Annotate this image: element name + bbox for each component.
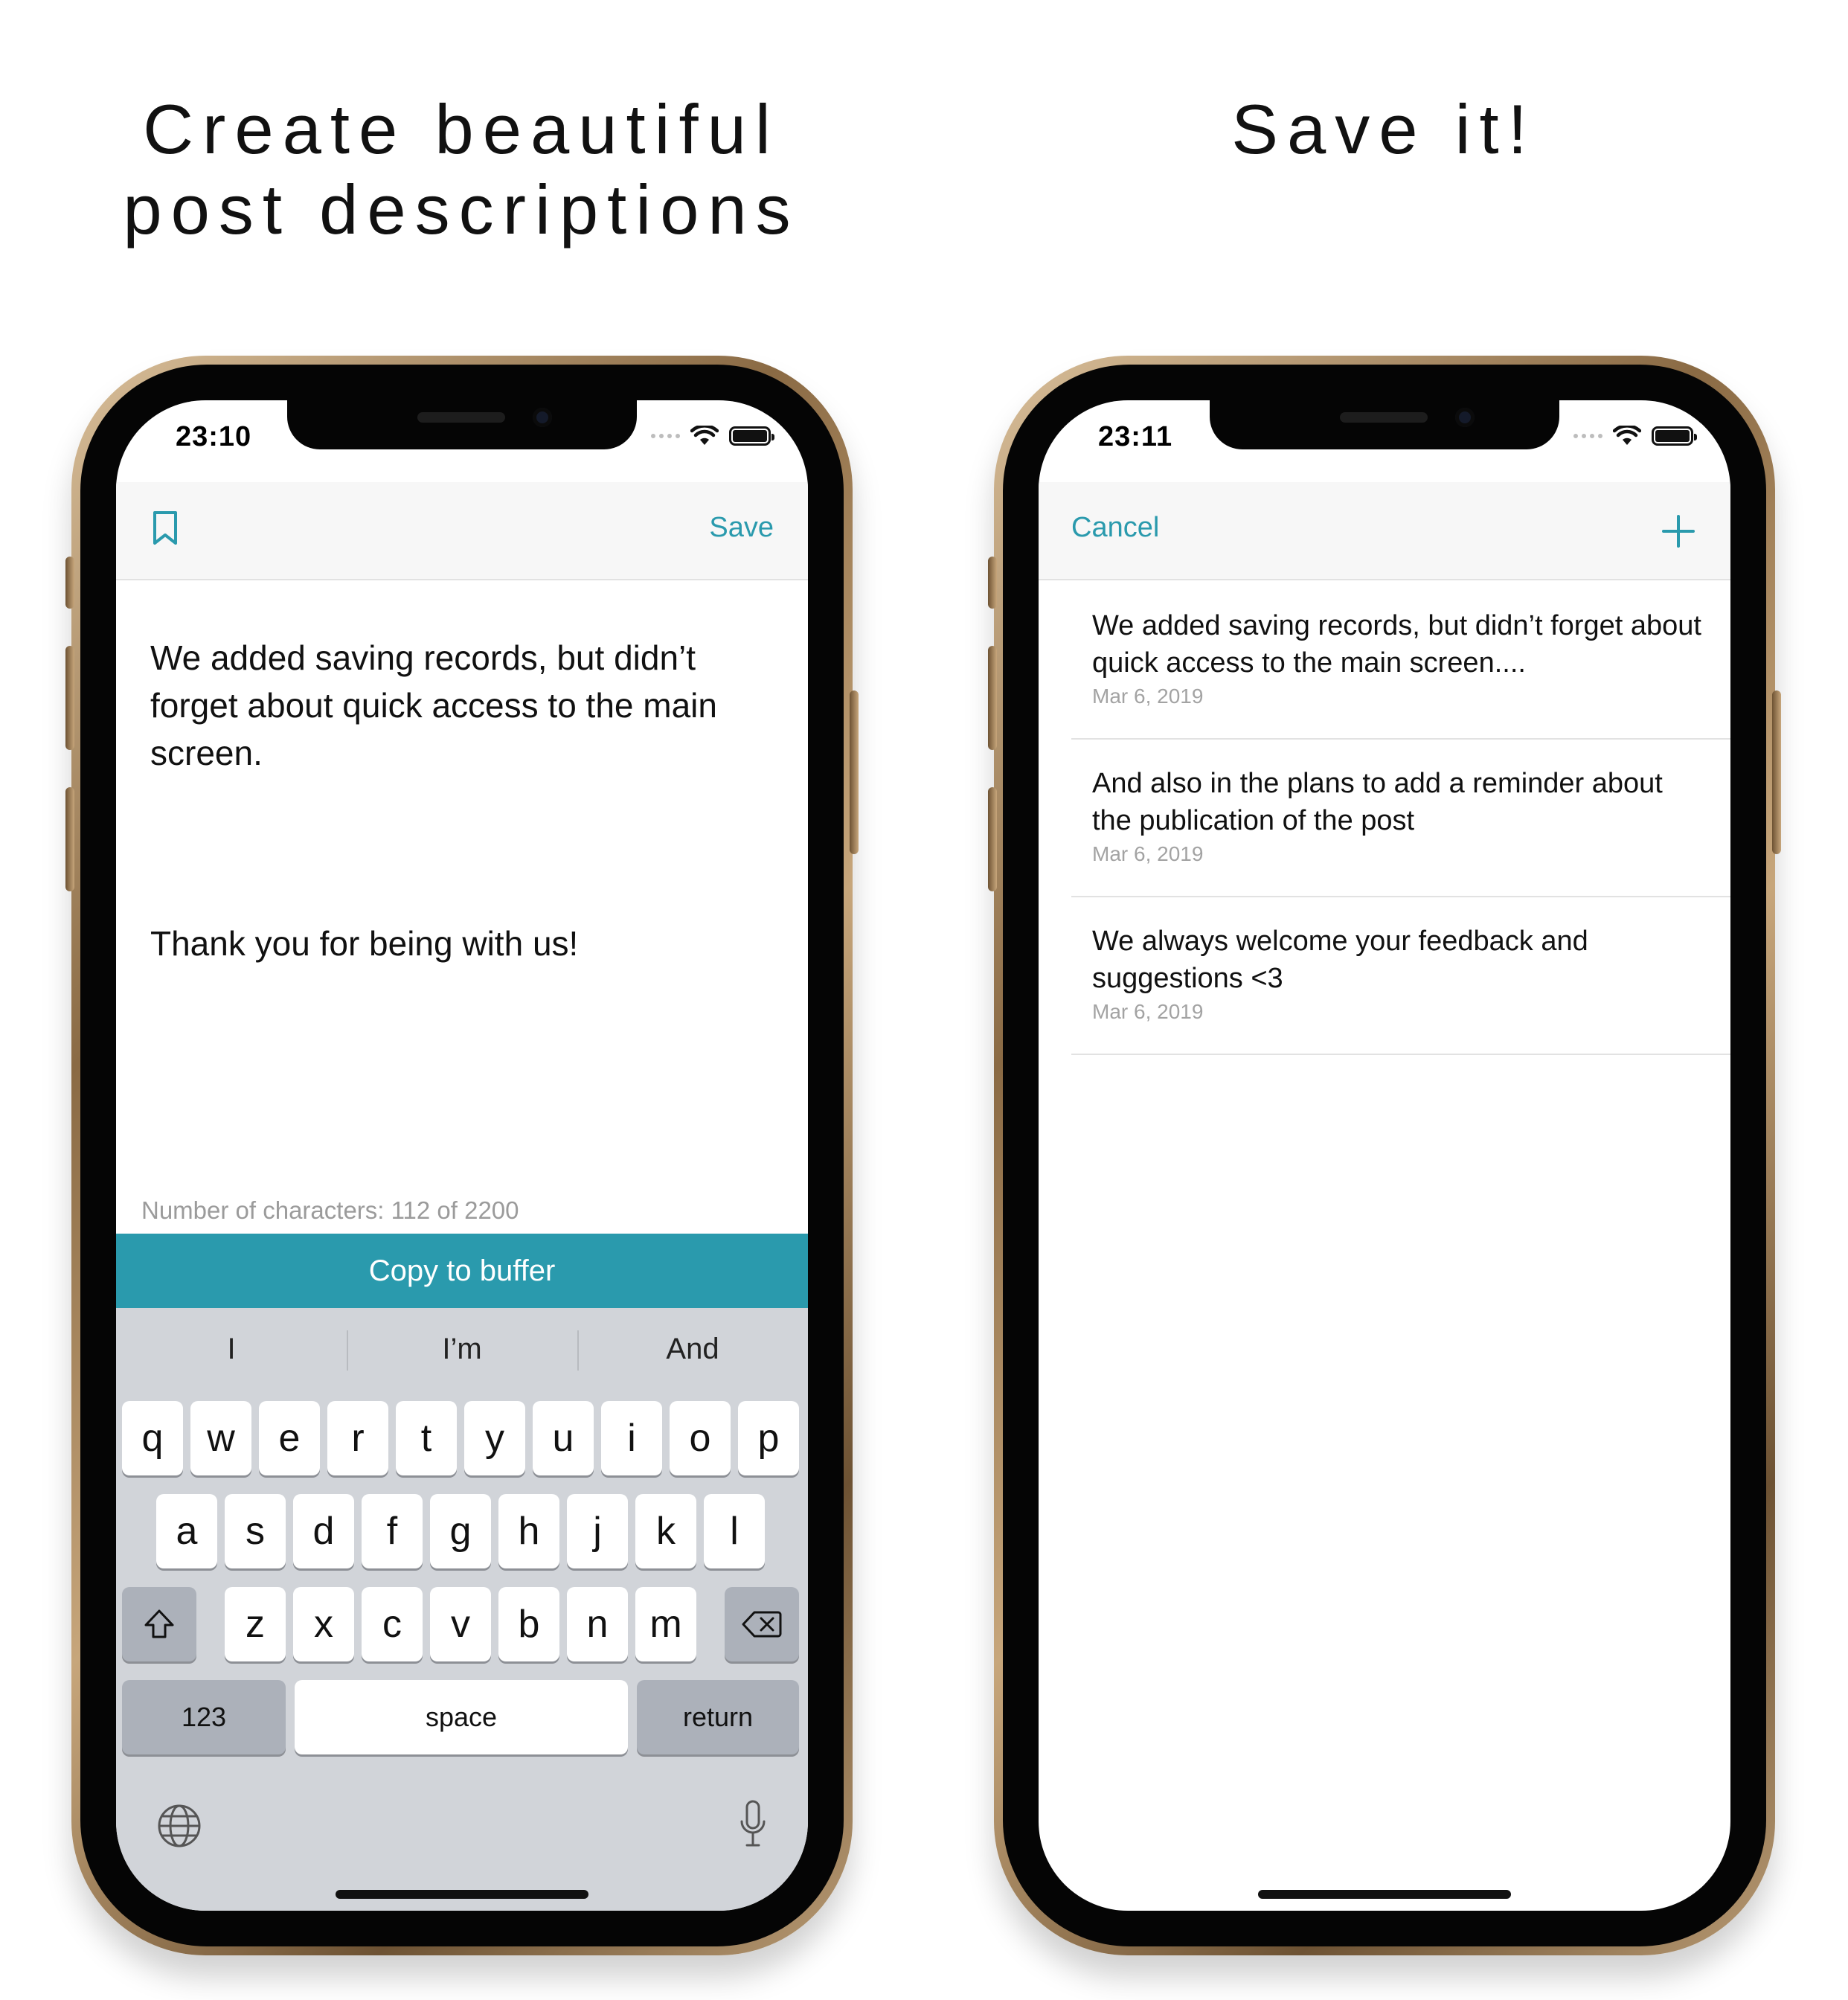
suggestion-bar: I I’m And — [116, 1308, 808, 1390]
key-j[interactable]: j — [567, 1494, 628, 1568]
key-c[interactable]: c — [362, 1587, 423, 1661]
key-o[interactable]: o — [670, 1401, 731, 1475]
headline-left-line1: Create beautiful — [143, 90, 780, 168]
key-b[interactable]: b — [498, 1587, 559, 1661]
key-u[interactable]: u — [533, 1401, 594, 1475]
shift-icon — [144, 1609, 174, 1638]
cancel-button[interactable]: Cancel — [1071, 512, 1159, 544]
return-key[interactable]: return — [637, 1680, 799, 1754]
key-q[interactable]: q — [122, 1401, 183, 1475]
volume-up-button — [65, 646, 74, 750]
speaker — [417, 412, 505, 423]
home-indicator — [336, 1890, 588, 1899]
key-l[interactable]: l — [704, 1494, 765, 1568]
volume-up-button — [988, 646, 997, 750]
volume-down-button — [988, 787, 997, 891]
headline-right: Save it! — [1231, 90, 1536, 168]
status-time: 23:11 — [1098, 421, 1173, 452]
battery-icon — [729, 426, 774, 446]
key-g[interactable]: g — [430, 1494, 491, 1568]
list-item-date: Mar 6, 2019 — [1092, 685, 1204, 708]
mute-switch — [65, 557, 74, 609]
status-indicators — [1573, 426, 1697, 446]
key-m[interactable]: m — [635, 1587, 696, 1661]
signal-icon — [1573, 434, 1602, 438]
plus-icon[interactable] — [1662, 515, 1695, 548]
keyboard: I I’m And q w e r t y u i o p a s d f g … — [116, 1308, 808, 1911]
list-item-date: Mar 6, 2019 — [1092, 842, 1204, 865]
shift-key[interactable] — [122, 1587, 196, 1661]
wifi-icon — [690, 426, 719, 445]
key-f[interactable]: f — [362, 1494, 423, 1568]
key-a[interactable]: a — [156, 1494, 217, 1568]
list-item-date: Mar 6, 2019 — [1092, 1000, 1204, 1023]
notch — [287, 400, 637, 449]
list-item-text: And also in the plans to add a reminder … — [1092, 768, 1663, 836]
bookmark-icon[interactable] — [152, 510, 179, 546]
delete-icon — [742, 1611, 782, 1638]
post-text-editor[interactable]: We added saving records, but didn’t forg… — [150, 586, 775, 1015]
delete-key[interactable] — [725, 1587, 799, 1661]
front-camera — [533, 408, 552, 427]
side-button — [850, 690, 859, 854]
key-t[interactable]: t — [396, 1401, 457, 1475]
list-navbar: Cancel — [1039, 482, 1730, 580]
key-d[interactable]: d — [293, 1494, 354, 1568]
list-item[interactable]: We always welcome your feedback and sugg… — [1071, 897, 1730, 1055]
key-h[interactable]: h — [498, 1494, 559, 1568]
headline-left-line2: post descriptions — [123, 170, 800, 249]
post-text-paragraph: We added saving records, but didn’t forg… — [150, 638, 717, 772]
headline-left: Create beautiful post descriptions — [74, 89, 848, 250]
copy-to-buffer-button[interactable]: Copy to buffer — [116, 1234, 808, 1308]
side-button — [1772, 690, 1781, 854]
suggestion-item[interactable]: I’m — [347, 1308, 577, 1390]
numbers-key[interactable]: 123 — [122, 1680, 286, 1754]
editor-screen: 23:10 Save We added saving records, but … — [116, 400, 808, 1911]
save-button[interactable]: Save — [709, 512, 774, 544]
character-counter: Number of characters: 112 of 2200 — [141, 1196, 519, 1224]
globe-icon[interactable] — [156, 1803, 202, 1849]
mute-switch — [988, 557, 997, 609]
phone-frame-right: 23:11 Cancel We added saving records, bu… — [988, 356, 1781, 1955]
status-indicators — [651, 426, 774, 446]
key-s[interactable]: s — [225, 1494, 286, 1568]
key-v[interactable]: v — [430, 1587, 491, 1661]
list-item-text: We added saving records, but didn’t forg… — [1092, 610, 1701, 679]
volume-down-button — [65, 787, 74, 891]
list-item[interactable]: We added saving records, but didn’t forg… — [1071, 582, 1730, 740]
home-indicator — [1258, 1890, 1511, 1899]
wifi-icon — [1613, 426, 1641, 445]
space-key[interactable]: space — [295, 1680, 628, 1754]
status-time: 23:10 — [176, 421, 252, 452]
key-z[interactable]: z — [225, 1587, 286, 1661]
notch — [1210, 400, 1559, 449]
editor-navbar: Save — [116, 482, 808, 580]
list-item[interactable]: And also in the plans to add a reminder … — [1071, 740, 1730, 897]
speaker — [1340, 412, 1428, 423]
key-x[interactable]: x — [293, 1587, 354, 1661]
key-n[interactable]: n — [567, 1587, 628, 1661]
post-text-paragraph: Thank you for being with us! — [150, 924, 579, 963]
suggestion-item[interactable]: I — [116, 1308, 347, 1390]
phone-frame-left: 23:10 Save We added saving records, but … — [65, 356, 859, 1955]
key-r[interactable]: r — [327, 1401, 388, 1475]
key-e[interactable]: e — [259, 1401, 320, 1475]
signal-icon — [651, 434, 680, 438]
front-camera — [1455, 408, 1475, 427]
key-y[interactable]: y — [464, 1401, 525, 1475]
battery-icon — [1652, 426, 1697, 446]
key-p[interactable]: p — [738, 1401, 799, 1475]
saved-list-screen: 23:11 Cancel We added saving records, bu… — [1039, 400, 1730, 1911]
key-k[interactable]: k — [635, 1494, 696, 1568]
suggestion-item[interactable]: And — [577, 1308, 808, 1390]
microphone-icon[interactable] — [738, 1799, 768, 1848]
key-w[interactable]: w — [190, 1401, 251, 1475]
list-item-text: We always welcome your feedback and sugg… — [1092, 926, 1588, 994]
key-i[interactable]: i — [601, 1401, 662, 1475]
